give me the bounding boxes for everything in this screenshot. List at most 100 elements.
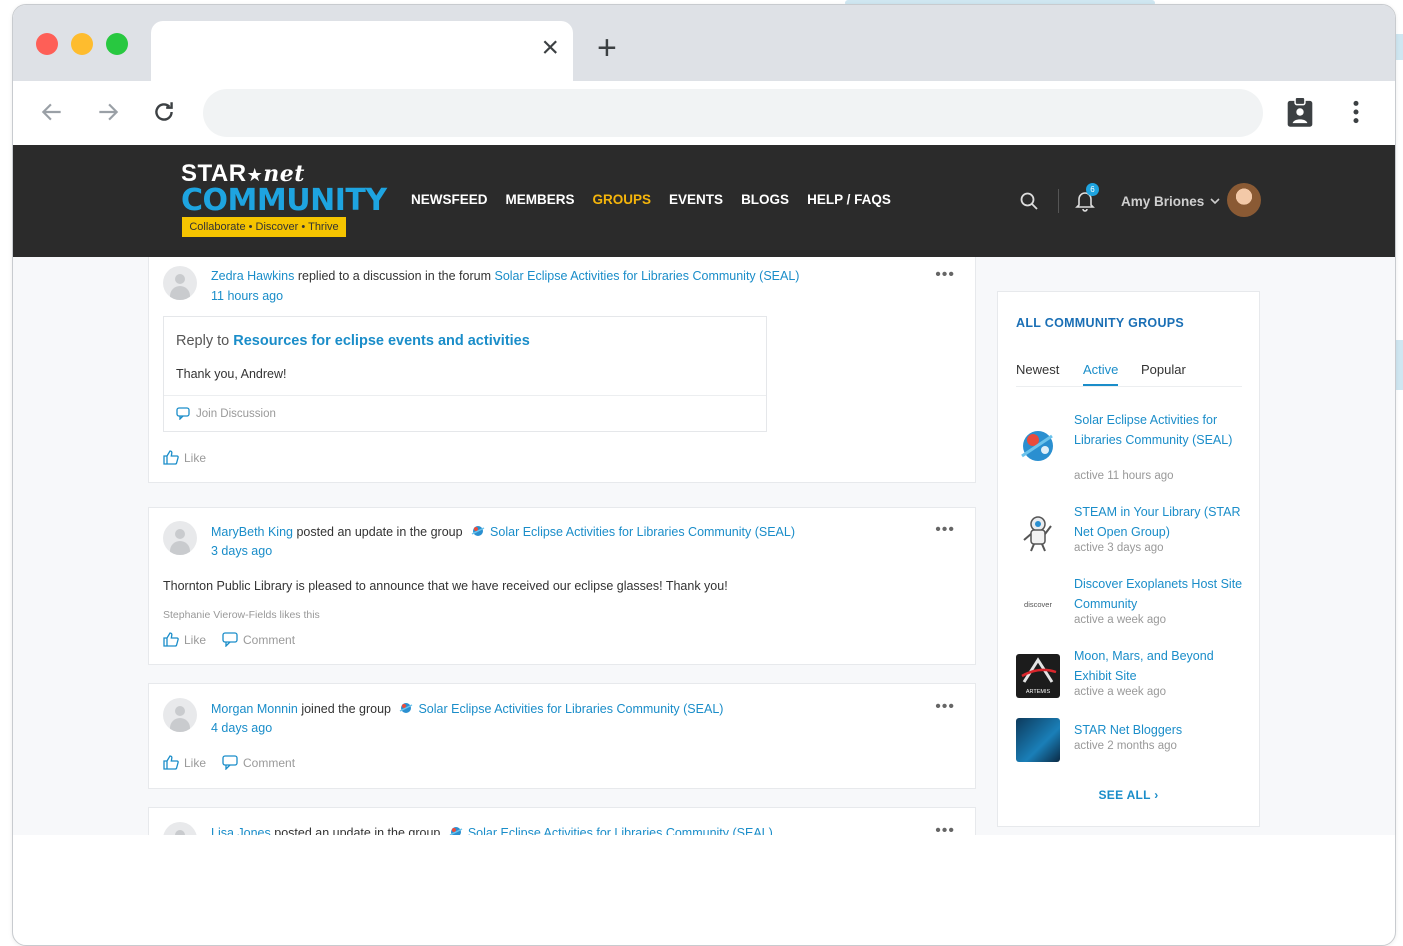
more-options-icon[interactable]: ••• [935,267,955,283]
activity-time[interactable]: 4 days ago [211,721,272,735]
author-link[interactable]: Lisa Jones [211,826,271,835]
reload-icon[interactable] [147,95,181,129]
more-options-icon[interactable]: ••• [935,699,955,715]
main-content: Zedra Hawkins replied to a discussion in… [13,257,1395,835]
comment-button[interactable]: Comment [222,755,295,770]
nav-blogs[interactable]: BLOGS [741,192,789,207]
group-activity: active 3 days ago [1074,542,1164,554]
nav-members[interactable]: MEMBERS [506,192,575,207]
thumbnail-text: discover [1024,599,1052,609]
group-name-link[interactable]: STEAM in Your Library (STAR Net Open Gro… [1074,502,1244,542]
group-item: ARTEMIS Moon, Mars, and Beyond Exhibit S… [1016,646,1246,708]
discussion-link[interactable]: Resources for eclipse events and activit… [233,333,530,349]
nav-newsfeed[interactable]: NEWSFEED [411,192,488,207]
comment-icon [222,632,238,647]
divider [164,395,766,396]
thumbnail-text: ARTEMIS [1025,689,1051,695]
nav-help-faqs[interactable]: HELP / FAQS [807,192,891,207]
nav-events[interactable]: EVENTS [669,192,723,207]
group-name-link[interactable]: STAR Net Bloggers [1074,720,1244,740]
reply-prefix: Reply to [176,333,234,349]
reply-title: Reply to Resources for eclipse events an… [176,333,530,349]
activity-actions: Like Comment [163,632,295,647]
more-options-icon[interactable]: ••• [935,823,955,836]
member-avatar[interactable] [163,822,197,835]
chevron-down-icon[interactable] [1209,194,1221,212]
group-link[interactable]: Solar Eclipse Activities for Libraries C… [468,826,773,835]
browser-menu-icon[interactable] [1339,95,1373,129]
group-activity: active a week ago [1074,686,1167,698]
reply-body: Thank you, Andrew! [176,367,287,381]
background-decoration [1396,34,1403,60]
comment-button[interactable]: Comment [222,632,295,647]
group-thumbnail[interactable] [1016,718,1060,762]
back-arrow-icon[interactable] [35,95,69,129]
like-label: Like [184,450,207,465]
address-input[interactable] [203,89,1263,137]
user-avatar[interactable] [1227,183,1261,217]
logo-tagline: Collaborate • Discover • Thrive [182,217,346,237]
activity-time[interactable]: 11 hours ago [211,289,283,303]
header-divider [1058,189,1059,213]
member-avatar[interactable] [163,698,197,732]
like-label: Like [184,632,207,647]
user-name[interactable]: Amy Briones [1121,194,1204,209]
chevron-right-icon: › [1154,788,1159,802]
address-bar[interactable] [203,89,1263,137]
tab-newest[interactable]: Newest [1016,362,1059,384]
activity-actions: Like Comment [163,755,295,770]
group-name-link[interactable]: Solar Eclipse Activities for Libraries C… [1074,410,1244,450]
see-all-link[interactable]: SEE ALL › [998,788,1259,802]
window-minimize-dot[interactable] [71,33,93,55]
activity-card: MaryBeth King posted an update in the gr… [148,507,976,665]
author-link[interactable]: Zedra Hawkins [211,269,294,283]
activity-meta: Zedra Hawkins replied to a discussion in… [211,269,799,283]
author-link[interactable]: MaryBeth King [211,525,293,539]
background-decoration [1396,340,1403,390]
like-label: Like [184,755,207,770]
forward-arrow-icon[interactable] [91,95,125,129]
search-icon[interactable] [1019,191,1039,216]
reply-quote: Reply to Resources for eclipse events an… [163,316,767,432]
activity-action: joined the group [297,702,395,716]
group-activity: active a week ago [1074,614,1167,626]
browser-tab[interactable]: × [151,21,573,83]
more-options-icon[interactable]: ••• [935,522,955,538]
tab-close-icon[interactable]: × [541,33,559,63]
window-maximize-dot[interactable] [106,33,128,55]
community-groups-widget: ALL COMMUNITY GROUPS Newest Active Popul… [997,291,1260,827]
group-thumbnail[interactable] [1016,510,1060,554]
chat-icon [176,407,190,420]
group-avatar-icon [470,524,486,541]
like-button[interactable]: Like [163,755,206,770]
thumbs-up-icon [163,632,179,647]
site-logo[interactable]: STAR★net COMMUNITY Collaborate • Discove… [181,161,387,239]
groups-tabs: Newest Active Popular [1016,362,1242,387]
group-thumbnail[interactable] [1016,422,1060,466]
group-name-link[interactable]: Discover Exoplanets Host Site Community [1074,574,1244,614]
clipboard-extension-icon[interactable] [1283,95,1317,129]
tab-popular[interactable]: Popular [1141,362,1186,384]
nav-groups[interactable]: GROUPS [593,192,652,207]
group-thumbnail[interactable]: discover [1016,582,1060,626]
group-link[interactable]: Solar Eclipse Activities for Libraries C… [490,525,795,539]
new-tab-icon[interactable]: + [597,31,617,65]
tab-active[interactable]: Active [1083,362,1119,386]
activity-time[interactable]: 3 days ago [211,544,272,558]
window-close-dot[interactable] [36,33,58,55]
forum-link[interactable]: Solar Eclipse Activities for Libraries C… [494,269,799,283]
group-name-link[interactable]: Moon, Mars, and Beyond Exhibit Site [1074,646,1244,686]
activity-card: Zedra Hawkins replied to a discussion in… [148,257,976,483]
group-avatar-icon [448,825,464,835]
join-discussion-button[interactable]: Join Discussion [176,407,276,420]
activity-actions: Like [163,450,206,465]
like-button[interactable]: Like [163,632,206,647]
member-avatar[interactable] [163,521,197,555]
post-text: Thornton Public Library is pleased to an… [163,579,728,593]
author-link[interactable]: Morgan Monnin [211,702,298,716]
member-avatar[interactable] [163,266,197,300]
like-button[interactable]: Like [163,450,206,465]
group-activity: active 2 months ago [1074,740,1177,752]
group-thumbnail[interactable]: ARTEMIS [1016,654,1060,698]
group-link[interactable]: Solar Eclipse Activities for Libraries C… [418,702,723,716]
